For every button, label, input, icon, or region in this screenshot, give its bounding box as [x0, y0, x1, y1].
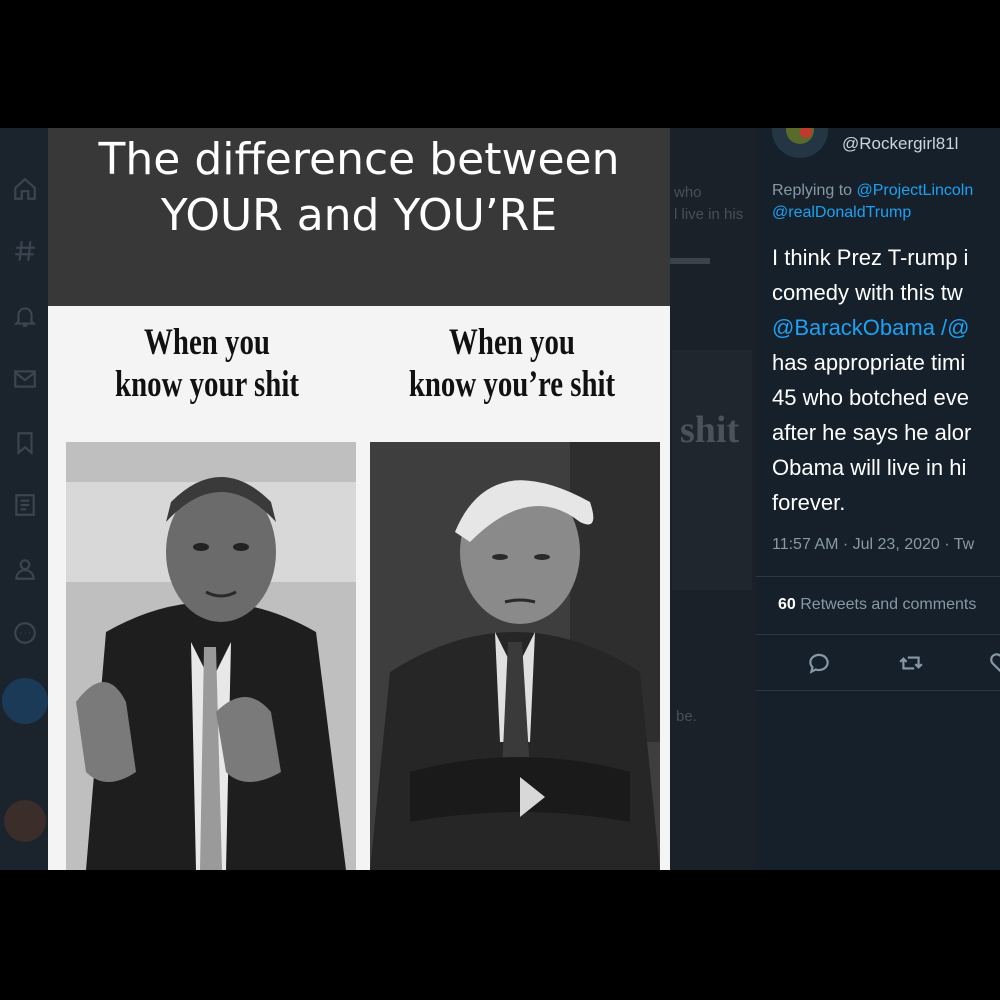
meme-image[interactable]: The difference between YOUR and YOU’RE W… [48, 128, 670, 870]
photo-right [370, 442, 660, 870]
bookmark-icon[interactable] [12, 430, 38, 456]
bell-icon[interactable] [12, 303, 38, 329]
screenshot-frame: who l live in his shit be. The differenc… [0, 128, 1000, 870]
meme-caption-left: When you know your shit [90, 322, 324, 406]
tweet-handle[interactable]: @Rockergirl81l [842, 134, 958, 154]
list-icon[interactable] [12, 492, 38, 518]
retweet-label: Retweets and comments [795, 596, 977, 613]
timeline-card [672, 350, 752, 590]
timeline-text: be. [676, 708, 697, 725]
avatar[interactable] [772, 128, 828, 158]
tweet-detail: @Rockergirl81l Replying to @ProjectLinco… [756, 128, 1000, 870]
tweet-text-line: Obama will live in hi [772, 455, 967, 480]
caption-line: When you [144, 322, 270, 363]
caption-line: know you’re shit [408, 364, 616, 405]
timeline-text: shit [680, 409, 740, 451]
tweet-timestamp[interactable]: 11:57 AM · Jul 23, 2020 · Tw [772, 536, 974, 554]
divider [670, 258, 710, 264]
more-icon[interactable] [12, 620, 38, 646]
tweet-text-line: comedy with this tw [772, 280, 963, 305]
meme-caption-right: When you know you’re shit [395, 322, 629, 406]
side-nav [0, 128, 48, 870]
tweet-text-line: I think Prez T-rump i [772, 245, 969, 270]
timeline-text: who [674, 184, 702, 201]
meme-title-line: YOUR and YOU’RE [160, 190, 558, 241]
retweet-stats[interactable]: 60 Retweets and comments [778, 596, 976, 614]
caption-line: know your shit [115, 364, 299, 405]
timeline-text: l live in his [674, 206, 744, 223]
tweet-text-line: after he says he alor [772, 420, 972, 445]
tweet-text-line: forever. [772, 490, 846, 515]
avatar[interactable] [4, 800, 46, 842]
mention-link[interactable]: @ProjectLincoln [857, 182, 974, 199]
profile-icon[interactable] [12, 556, 38, 582]
meme-title: The difference between YOUR and YOU’RE [48, 128, 670, 306]
tweet-text: I think Prez T-rump i comedy with this t… [772, 240, 1000, 520]
mail-icon[interactable] [12, 366, 38, 392]
divider [756, 576, 1000, 577]
tweet-actions [756, 646, 1000, 682]
retweet-count: 60 [778, 596, 796, 613]
reply-icon[interactable] [806, 650, 832, 676]
retweet-icon[interactable] [898, 650, 924, 676]
tweet-text-line: 45 who botched eve [772, 385, 969, 410]
photo-left [66, 442, 356, 870]
replying-to-label: Replying to [772, 182, 857, 199]
mention-link[interactable]: @realDonaldTrump [772, 204, 911, 221]
meme-title-line: The difference between [98, 134, 620, 185]
hashtag-icon[interactable] [12, 238, 38, 264]
tweet-text-line[interactable]: @BarackObama /@ [772, 310, 1000, 345]
tweet-text-line: has appropriate timi [772, 350, 966, 375]
divider [756, 690, 1000, 691]
background-timeline: who l live in his shit be. [670, 128, 756, 870]
home-icon[interactable] [12, 176, 38, 202]
replying-to: Replying to @ProjectLincoln @realDonaldT… [772, 180, 973, 224]
compose-icon[interactable] [2, 678, 48, 724]
meme-panel: When you know your shit When you know yo… [48, 306, 670, 870]
like-icon[interactable] [988, 650, 1000, 676]
divider [756, 634, 1000, 635]
caption-line: When you [449, 322, 575, 363]
